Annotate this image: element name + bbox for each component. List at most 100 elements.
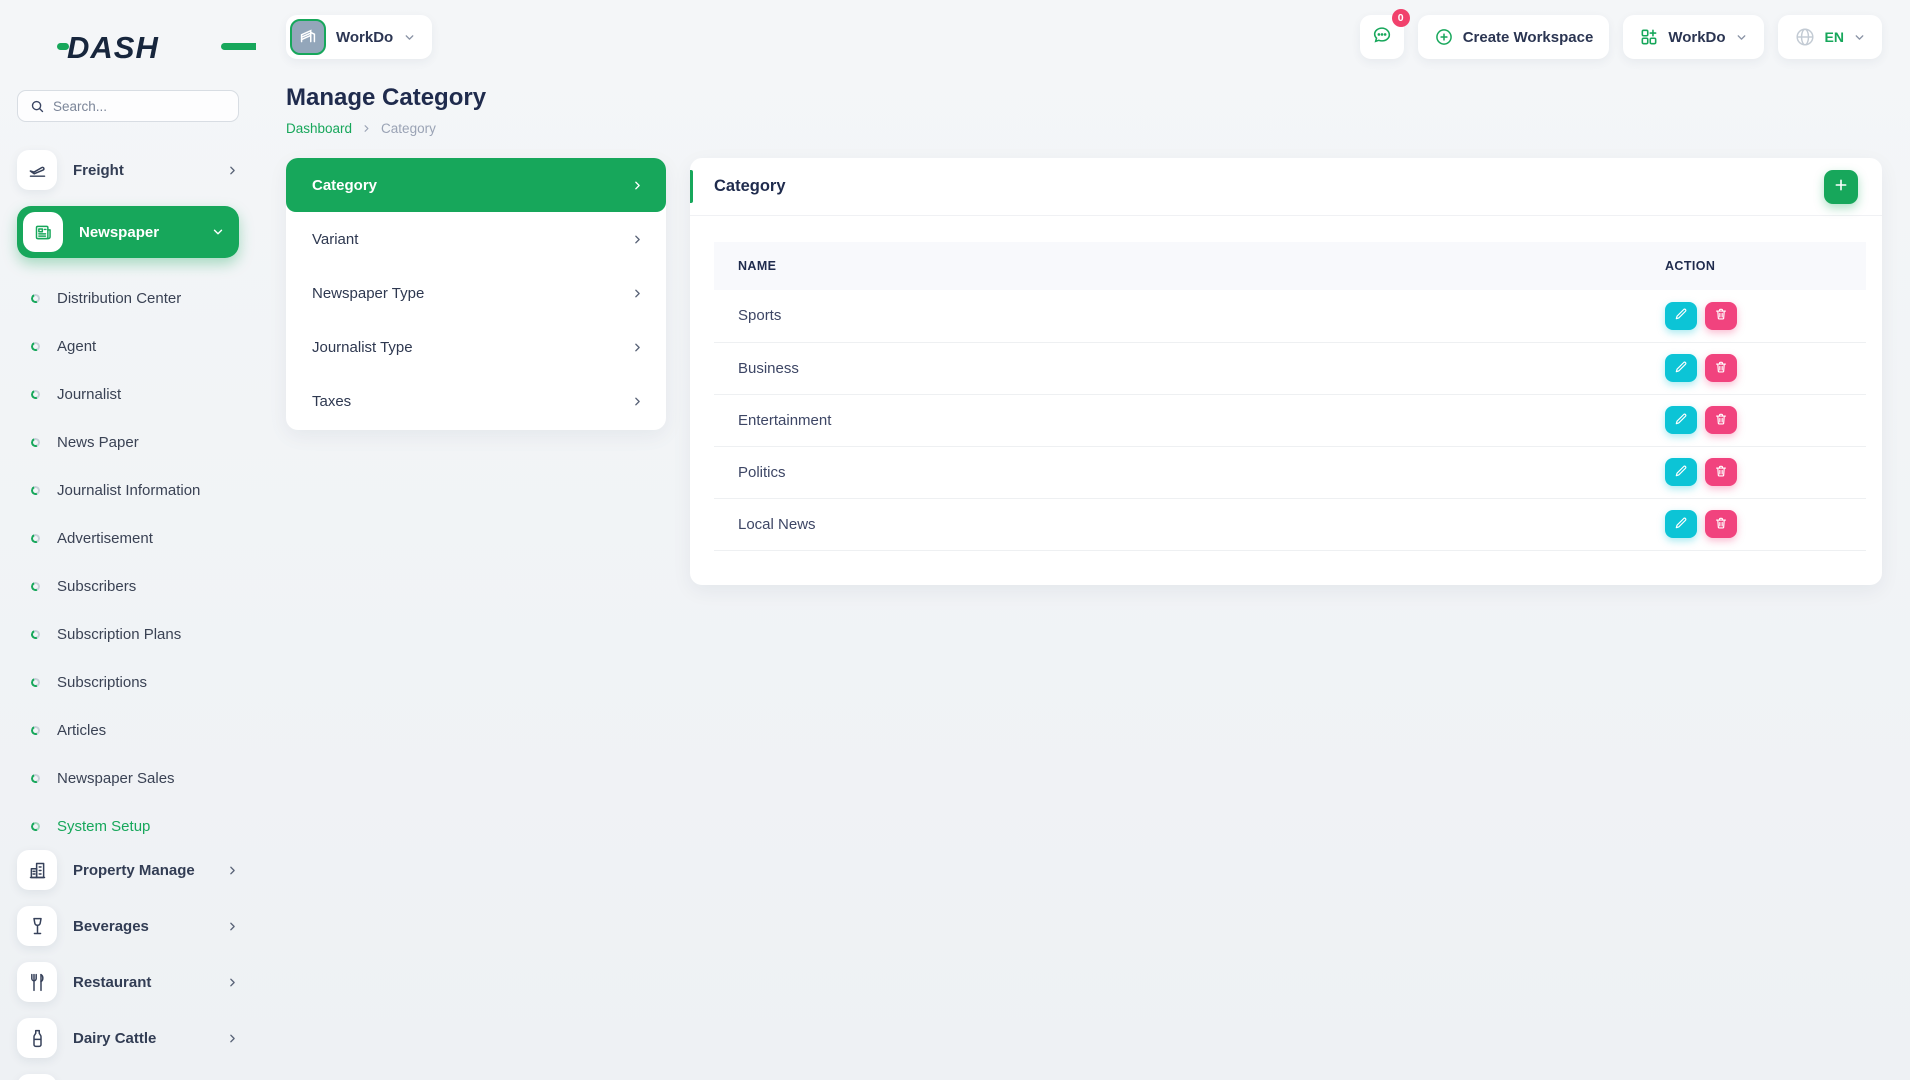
trash-icon (1714, 360, 1728, 377)
setup-menu-item-taxes[interactable]: Taxes (286, 374, 666, 428)
sidebar-subitem-label: Articles (57, 722, 106, 739)
chevron-right-icon (226, 976, 239, 989)
bullet-icon (30, 580, 42, 592)
category-name-cell: Local News (714, 498, 1641, 550)
delete-button[interactable] (1705, 406, 1737, 434)
bullet-icon (30, 676, 42, 688)
sidebar-item-property-manage[interactable]: Property Manage (17, 850, 239, 890)
breadcrumb-dashboard-link[interactable]: Dashboard (286, 121, 352, 136)
sidebar-item-waste-management[interactable]: Waste Management (17, 1074, 239, 1080)
bullet-icon (30, 388, 42, 400)
search-icon (30, 99, 45, 114)
category-name-cell: Entertainment (714, 394, 1641, 446)
edit-button[interactable] (1665, 302, 1697, 330)
category-table-wrap: NAME ACTION SportsBusinessEntertainmentP… (714, 242, 1866, 551)
sidebar-subitem-subscribers[interactable]: Subscribers (17, 562, 239, 610)
chat-badge: 0 (1392, 9, 1410, 27)
sidebar-item-newspaper[interactable]: Newspaper (17, 206, 239, 258)
sidebar-item-label: Freight (73, 162, 210, 179)
sidebar-item-freight[interactable]: Freight (17, 150, 239, 190)
setup-menu-item-category[interactable]: Category (286, 158, 666, 212)
sidebar-nav: Freight Newspaper Distribution CenterAgent… (17, 150, 239, 1080)
page-title: Manage Category (286, 84, 1882, 112)
bullet-icon (30, 340, 42, 352)
sidebar-subitem-system-setup[interactable]: System Setup (17, 802, 239, 850)
workspace-apps-dropdown[interactable]: WorkDo (1623, 15, 1763, 59)
sidebar-subitem-label: Advertisement (57, 530, 153, 547)
chevron-down-icon (1735, 31, 1748, 44)
sidebar-subitem-newspaper-sales[interactable]: Newspaper Sales (17, 754, 239, 802)
setup-menu-item-newspaper-type[interactable]: Newspaper Type (286, 266, 666, 320)
category-name-cell: Sports (714, 290, 1641, 342)
topbar: WorkDo 0 Create Workspace (286, 15, 1882, 59)
sidebar-subitem-subscriptions[interactable]: Subscriptions (17, 658, 239, 706)
sidebar-subitem-articles[interactable]: Articles (17, 706, 239, 754)
delete-button[interactable] (1705, 354, 1737, 382)
setup-menu-item-variant[interactable]: Variant (286, 212, 666, 266)
sidebar-item-restaurant[interactable]: Restaurant (17, 962, 239, 1002)
app-logo[interactable]: DASH (67, 30, 239, 66)
bullet-icon (30, 484, 42, 496)
edit-button[interactable] (1665, 510, 1697, 538)
bullet-icon (30, 724, 42, 736)
panel-header: Category (690, 158, 1882, 216)
sidebar-subitem-subscription-plans[interactable]: Subscription Plans (17, 610, 239, 658)
trash-icon (1714, 516, 1728, 533)
delete-button[interactable] (1705, 458, 1737, 486)
sidebar-subitem-news-paper[interactable]: News Paper (17, 418, 239, 466)
beverages-icon (17, 906, 57, 946)
sidebar-subitem-label: Journalist (57, 386, 121, 403)
restaurant-icon (17, 962, 57, 1002)
sidebar-subitem-distribution-center[interactable]: Distribution Center (17, 274, 239, 322)
sidebar-subitem-journalist-information[interactable]: Journalist Information (17, 466, 239, 514)
setup-menu-item-label: Taxes (312, 393, 351, 410)
dairy-icon (17, 1018, 57, 1058)
sidebar-subitem-label: Journalist Information (57, 482, 200, 499)
chevron-right-icon (226, 920, 239, 933)
circle-plus-icon (1434, 27, 1454, 47)
delete-button[interactable] (1705, 302, 1737, 330)
sidebar-subitem-advertisement[interactable]: Advertisement (17, 514, 239, 562)
setup-menu-item-journalist-type[interactable]: Journalist Type (286, 320, 666, 374)
freight-icon (17, 150, 57, 190)
edit-button[interactable] (1665, 354, 1697, 382)
column-header-action: ACTION (1641, 242, 1866, 290)
logo-text: DASH (67, 30, 159, 66)
create-workspace-button[interactable]: Create Workspace (1418, 15, 1610, 59)
delete-button[interactable] (1705, 510, 1737, 538)
chevron-right-icon (631, 341, 644, 354)
trash-icon (1714, 307, 1728, 324)
sidebar-item-beverages[interactable]: Beverages (17, 906, 239, 946)
newspaper-icon (23, 212, 63, 252)
chevron-right-icon (631, 233, 644, 246)
chevron-down-icon (1853, 31, 1866, 44)
sidebar-subitem-journalist[interactable]: Journalist (17, 370, 239, 418)
workspace-avatar (290, 19, 326, 55)
edit-button[interactable] (1665, 458, 1697, 486)
table-row: Sports (714, 290, 1866, 342)
column-header-name: NAME (714, 242, 1641, 290)
sidebar-subitem-agent[interactable]: Agent (17, 322, 239, 370)
table-row: Entertainment (714, 394, 1866, 446)
edit-button[interactable] (1665, 406, 1697, 434)
bullet-icon (30, 532, 42, 544)
sidebar-subitem-label: News Paper (57, 434, 139, 451)
row-actions (1665, 354, 1866, 382)
messages-button[interactable]: 0 (1360, 15, 1404, 59)
category-name-cell: Business (714, 342, 1641, 394)
add-category-button[interactable] (1824, 170, 1858, 204)
category-table: NAME ACTION SportsBusinessEntertainmentP… (714, 242, 1866, 551)
language-selector[interactable]: EN (1778, 15, 1882, 59)
setup-menu-item-label: Category (312, 177, 377, 194)
sidebar-item-dairy-cattle[interactable]: Dairy Cattle (17, 1018, 239, 1058)
create-workspace-label: Create Workspace (1463, 29, 1594, 46)
category-panel: Category NAME ACTION SportsBusinessEnt (690, 158, 1882, 585)
sidebar-subitem-label: System Setup (57, 818, 150, 835)
table-row: Local News (714, 498, 1866, 550)
chevron-right-icon (631, 395, 644, 408)
topbar-right: 0 Create Workspace WorkDo (1360, 15, 1882, 59)
search-input[interactable] (53, 99, 226, 114)
workdo-dropdown-label: WorkDo (1668, 29, 1725, 46)
setup-menu-item-label: Journalist Type (312, 339, 413, 356)
workspace-selector[interactable]: WorkDo (286, 15, 432, 59)
